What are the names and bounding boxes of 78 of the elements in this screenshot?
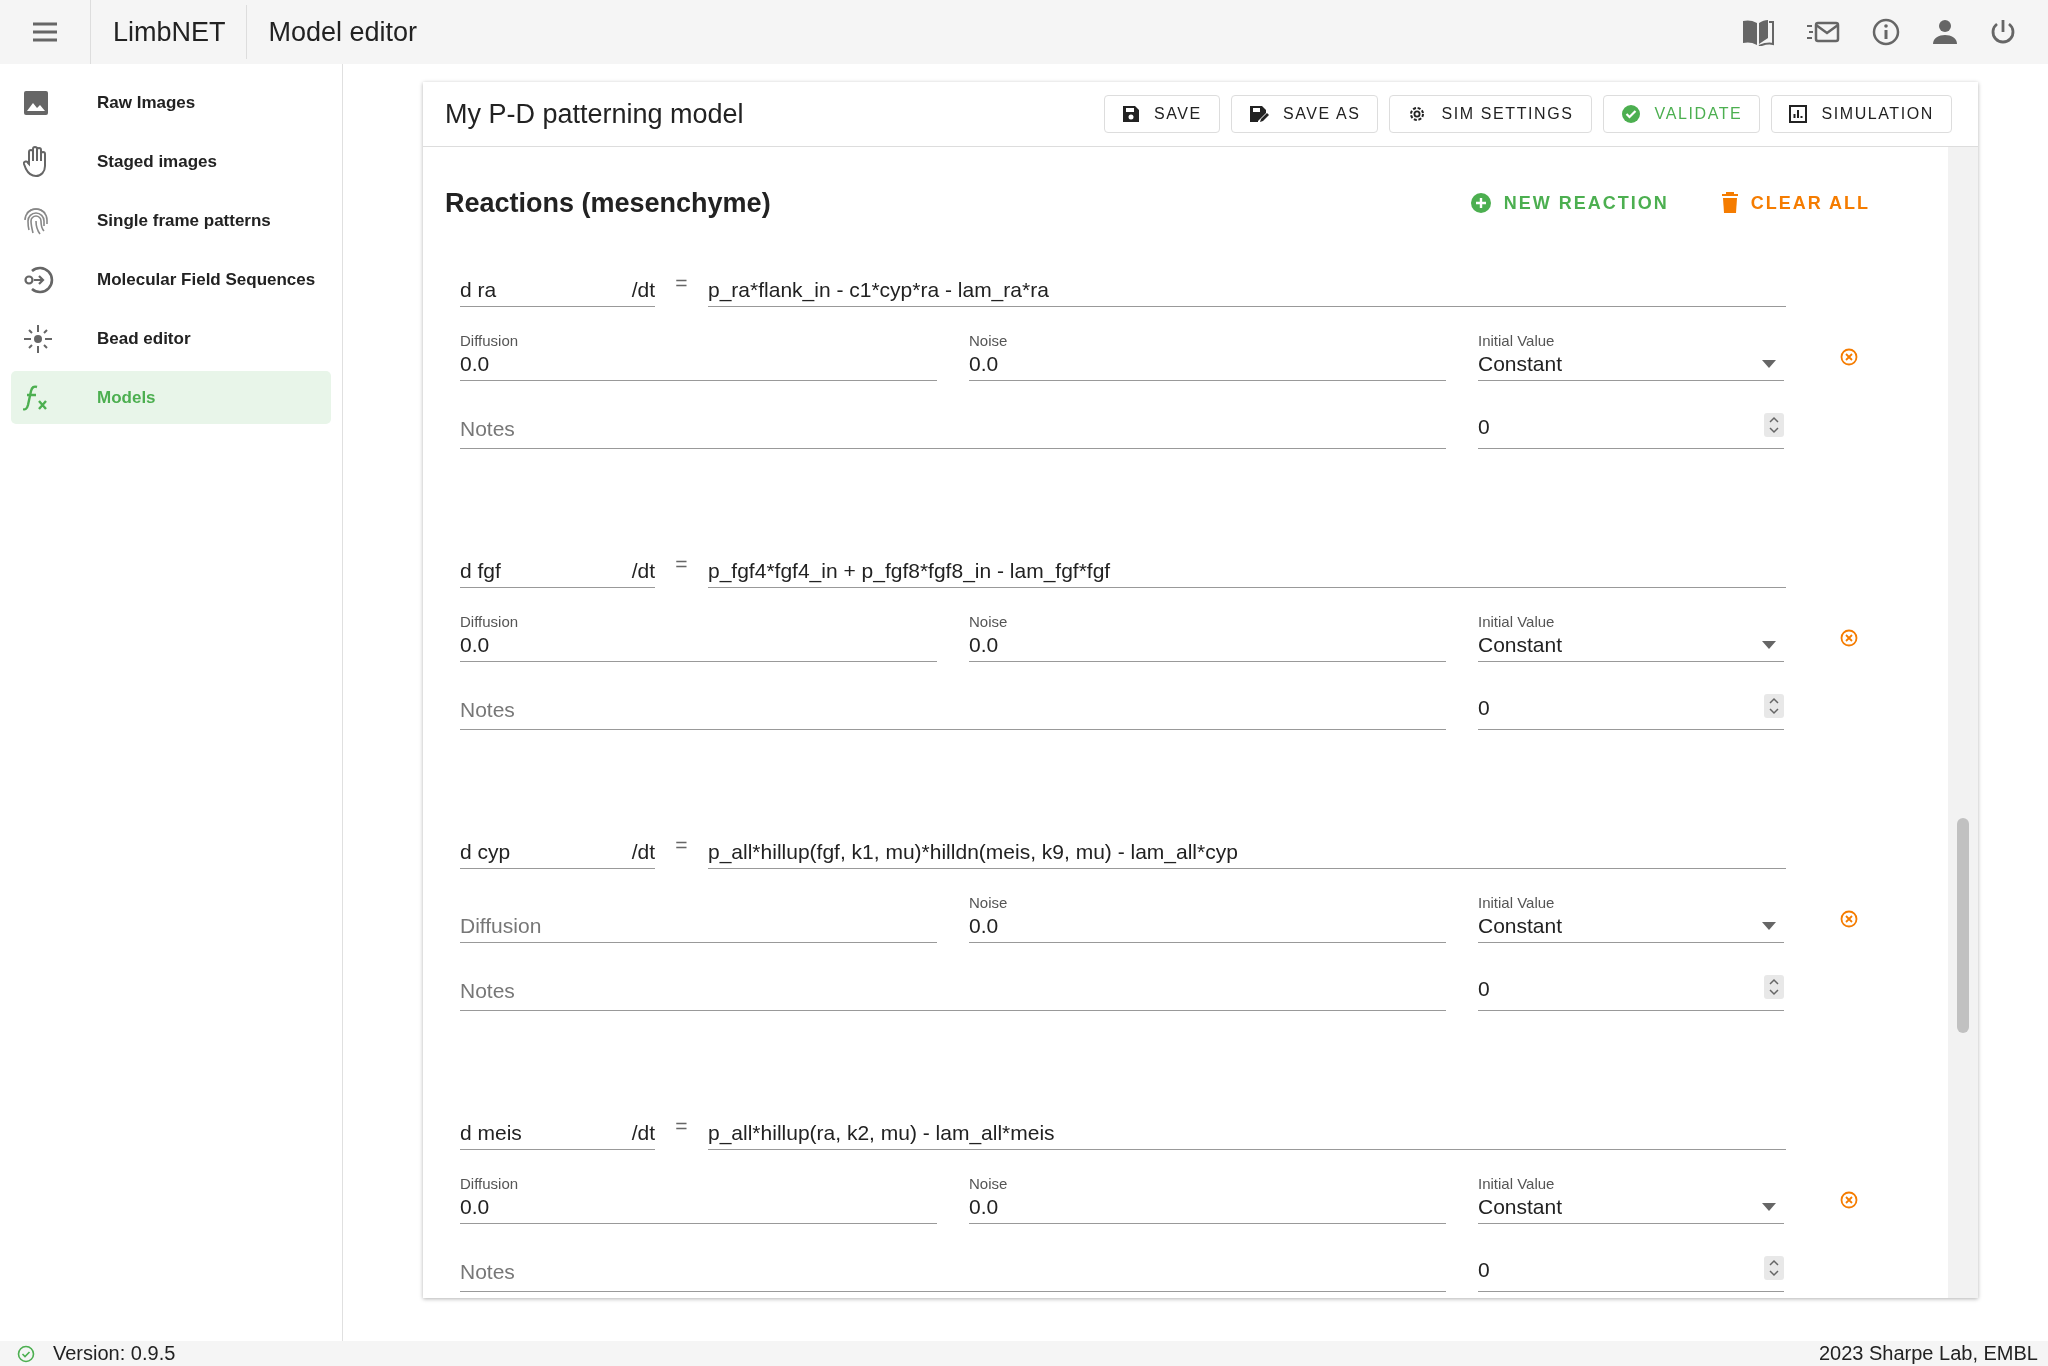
number-field[interactable]: 0 xyxy=(1478,415,1784,449)
scrollbar[interactable] xyxy=(1948,147,1978,1298)
notes-field[interactable]: Notes xyxy=(460,690,1446,730)
noise-field[interactable]: Noise 0.0 xyxy=(969,606,1446,662)
floppy-pencil-icon xyxy=(1248,105,1269,123)
notes-field[interactable]: Notes xyxy=(460,409,1446,449)
number-field[interactable]: 0 xyxy=(1478,1258,1784,1292)
image-icon xyxy=(23,89,49,116)
sidebar-item[interactable]: Raw Images xyxy=(11,76,331,129)
toolbar-button[interactable]: SAVE xyxy=(1103,95,1220,133)
circle-arrow-icon xyxy=(23,264,55,295)
diffusion-field[interactable]: Diffusion 0.0 xyxy=(460,1168,937,1224)
hand-icon xyxy=(23,145,49,178)
equals-sign: = xyxy=(674,1114,689,1138)
diffusion-field[interactable]: Diffusion 0.0 xyxy=(460,606,937,662)
section-title: Reactions (mesenchyme) xyxy=(445,187,771,219)
species-field[interactable]: d fgf /dt xyxy=(460,559,655,588)
check-circle-icon xyxy=(17,1344,35,1363)
initial-value-select[interactable]: Initial Value Constant xyxy=(1478,325,1784,381)
dropdown-arrow-icon xyxy=(1762,641,1776,649)
equals-sign: = xyxy=(674,833,689,857)
bar-chart-icon xyxy=(1789,105,1808,123)
notes-field[interactable]: Notes xyxy=(460,971,1446,1011)
spinner-icon[interactable] xyxy=(1764,1256,1784,1280)
trash-icon xyxy=(1720,192,1739,214)
info-icon[interactable] xyxy=(1872,18,1900,46)
sparkle-icon xyxy=(23,323,53,354)
equation-field[interactable]: p_all*hillup(ra, k2, mu) - lam_all*meis xyxy=(708,1121,1786,1150)
version-text: Version: 0.9.5 xyxy=(53,1342,176,1365)
equation-field[interactable]: p_ra*flank_in - c1*cyp*ra - lam_ra*ra xyxy=(708,278,1786,307)
toolbar-button[interactable]: SIM SETTINGS xyxy=(1389,95,1592,133)
page-title: Model editor xyxy=(267,16,418,48)
dropdown-arrow-icon xyxy=(1762,360,1776,368)
app-name: LimbNET xyxy=(91,5,247,59)
plus-circle-icon xyxy=(1469,192,1492,214)
model-title: My P-D patterning model xyxy=(445,98,744,130)
species-field[interactable]: d meis /dt xyxy=(460,1121,655,1150)
dropdown-arrow-icon xyxy=(1762,1203,1776,1211)
equals-sign: = xyxy=(674,552,689,576)
equation-field[interactable]: p_fgf4*fgf4_in + p_fgf8*fgf8_in - lam_fgf*fgf xyxy=(708,559,1786,588)
species-field[interactable]: d ra /dt xyxy=(460,278,655,307)
sidebar-item[interactable]: Single frame patterns xyxy=(11,194,331,247)
spinner-icon[interactable] xyxy=(1764,413,1784,437)
power-icon[interactable] xyxy=(1990,18,2016,46)
spinner-icon[interactable] xyxy=(1764,694,1784,718)
remove-icon[interactable] xyxy=(1840,629,1858,647)
diffusion-field[interactable]: Diffusion 0.0 xyxy=(460,325,937,381)
floppy-icon xyxy=(1121,105,1140,123)
remove-icon[interactable] xyxy=(1840,910,1858,928)
noise-field[interactable]: Noise 0.0 xyxy=(969,1168,1446,1224)
species-field[interactable]: d cyp /dt xyxy=(460,840,655,869)
dropdown-arrow-icon xyxy=(1762,922,1776,930)
initial-value-select[interactable]: Initial Value Constant xyxy=(1478,1168,1784,1224)
spinner-icon[interactable] xyxy=(1764,975,1784,999)
noise-field[interactable]: Noise 0.0 xyxy=(969,325,1446,381)
equals-sign: = xyxy=(674,271,689,295)
fingerprint-icon xyxy=(23,205,49,236)
initial-value-select[interactable]: Initial Value Constant xyxy=(1478,887,1784,943)
number-field[interactable]: 0 xyxy=(1478,696,1784,730)
remove-icon[interactable] xyxy=(1840,1191,1858,1209)
remove-icon[interactable] xyxy=(1840,348,1858,366)
number-field[interactable]: 0 xyxy=(1478,977,1784,1011)
initial-value-select[interactable]: Initial Value Constant xyxy=(1478,606,1784,662)
notes-field[interactable]: Notes xyxy=(460,1252,1446,1292)
book-icon[interactable] xyxy=(1742,18,1774,46)
toolbar-button[interactable]: SAVE AS xyxy=(1230,95,1379,133)
menu-icon[interactable] xyxy=(31,21,59,43)
user-icon[interactable] xyxy=(1932,19,1958,45)
sidebar-item[interactable]: Molecular Field Sequences xyxy=(11,253,331,306)
credit-text: 2023 Sharpe Lab, EMBL xyxy=(1818,1342,2038,1365)
sidebar-item[interactable]: Bead editor xyxy=(11,312,331,365)
sidebar-item[interactable]: Staged images xyxy=(11,135,331,188)
equation-field[interactable]: p_all*hillup(fgf, k1, mu)*hilldn(meis, k9, mu) - lam_all*cyp xyxy=(708,840,1786,869)
diffusion-field[interactable]: Diffusion xyxy=(460,887,937,943)
check-circle-icon xyxy=(1620,104,1641,124)
noise-field[interactable]: Noise 0.0 xyxy=(969,887,1446,943)
mail-icon[interactable] xyxy=(1806,21,1840,43)
toolbar-button[interactable]: SIMULATION xyxy=(1771,95,1952,133)
